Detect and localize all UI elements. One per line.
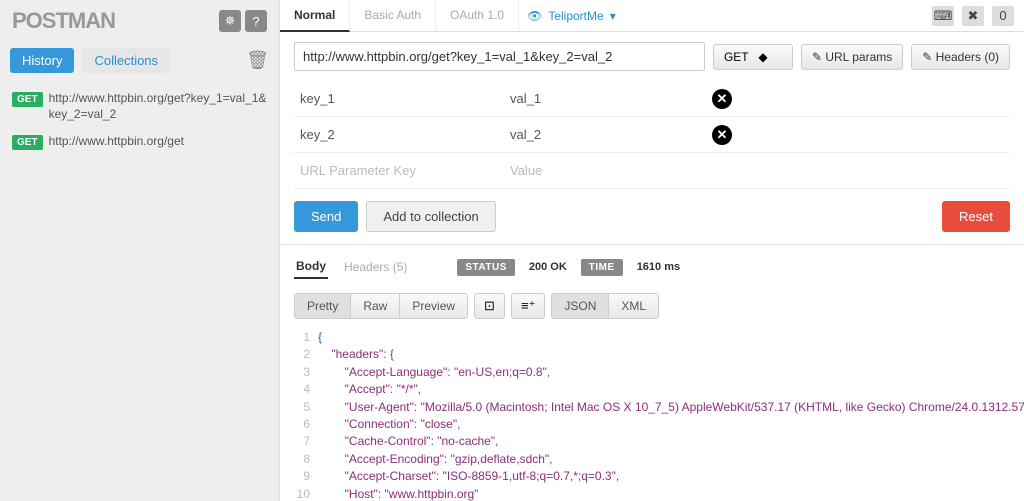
param-value-input[interactable] [504,117,704,152]
notification-badge[interactable]: 0 [992,6,1014,26]
url-params-button[interactable]: ✎ URL params [801,44,903,70]
tab-body[interactable]: Body [294,255,328,279]
lang-group: JSON XML [551,293,659,319]
env-name: TeliportMe [548,9,603,23]
history-list: GET http://www.httpbin.org/get?key_1=val… [0,79,279,162]
auth-tabs: Normal Basic Auth OAuth 1.0 [280,0,519,31]
logo: POSTMAN [12,8,115,34]
keyboard-icon[interactable]: ⌨ [932,6,954,26]
method-badge: GET [12,135,43,150]
delete-param-icon[interactable]: ✕ [712,89,732,109]
copy-icon[interactable]: ≡⁺ [511,293,545,319]
response-tabs-row: Body Headers (5) STATUS 200 OK TIME 1610… [280,245,1024,287]
send-button[interactable]: Send [294,201,358,232]
tab-normal[interactable]: Normal [280,0,350,32]
environment-selector[interactable]: 👁 TeliportMe ▾ [527,9,616,23]
history-item[interactable]: GET http://www.httpbin.org/get [4,128,275,156]
url-row: GET ◆ ✎ URL params ✎ Headers (0) [280,32,1024,81]
raw-button[interactable]: Raw [351,294,400,318]
status-value: 200 OK [529,261,567,273]
json-button[interactable]: JSON [552,294,609,318]
settings-icon[interactable]: ✖ [962,6,984,26]
top-right-icons: ⌨ ✖ 0 [932,6,1014,26]
chevron-down-icon: ▾ [610,9,616,23]
header-icons: ✵ ? [219,10,267,32]
tab-resp-headers[interactable]: Headers (5) [342,256,409,278]
preview-button[interactable]: Preview [400,294,467,318]
view-mode-group: Pretty Raw Preview [294,293,468,319]
eye-icon: 👁 [527,9,542,23]
time-label: TIME [581,259,623,276]
param-key-input[interactable] [294,117,494,152]
action-row: Send Add to collection Reset [280,189,1024,244]
trash-icon[interactable]: 🗑 [246,50,269,71]
history-url: http://www.httpbin.org/get [49,134,184,150]
param-row: ✕ [294,117,1010,153]
tab-collections[interactable]: Collections [82,48,170,73]
xml-button[interactable]: XML [609,294,658,318]
method-select[interactable]: GET ◆ [713,44,793,70]
format-row: Pretty Raw Preview ⊡ ≡⁺ JSON XML [280,287,1024,325]
param-value-input[interactable] [504,81,704,116]
tab-history[interactable]: History [10,48,74,73]
param-row: ✕ [294,81,1010,117]
params-table: ✕ ✕ [280,81,1024,189]
history-item[interactable]: GET http://www.httpbin.org/get?key_1=val… [4,85,275,128]
sidebar-header: POSTMAN ✵ ? [0,0,279,42]
time-value: 1610 ms [637,261,680,273]
top-tabs-row: Normal Basic Auth OAuth 1.0 👁 TeliportMe… [280,0,1024,32]
toggle-wrap-icon[interactable]: ⊡ [474,293,505,319]
url-input[interactable] [294,42,705,71]
reset-button[interactable]: Reset [942,201,1010,232]
param-value-input[interactable] [504,153,704,188]
main: Normal Basic Auth OAuth 1.0 👁 TeliportMe… [280,0,1024,501]
pretty-button[interactable]: Pretty [295,294,351,318]
tab-basic-auth[interactable]: Basic Auth [350,0,436,31]
twitter-icon[interactable]: ✵ [219,10,241,32]
param-key-input[interactable] [294,153,494,188]
help-icon[interactable]: ? [245,10,267,32]
method-badge: GET [12,92,43,107]
status-label: STATUS [457,259,515,276]
tab-oauth[interactable]: OAuth 1.0 [436,0,519,31]
add-to-collection-button[interactable]: Add to collection [366,201,495,232]
sidebar-tabs: History Collections 🗑 [0,42,279,79]
delete-param-icon[interactable]: ✕ [712,125,732,145]
param-key-input[interactable] [294,81,494,116]
history-url: http://www.httpbin.org/get?key_1=val_1&k… [49,91,267,122]
param-row-new [294,153,1010,189]
response-body[interactable]: 1{2 "headers": {3 "Accept-Language": "en… [280,325,1024,501]
headers-button[interactable]: ✎ Headers (0) [911,44,1010,70]
sidebar: POSTMAN ✵ ? History Collections 🗑 GET ht… [0,0,280,501]
